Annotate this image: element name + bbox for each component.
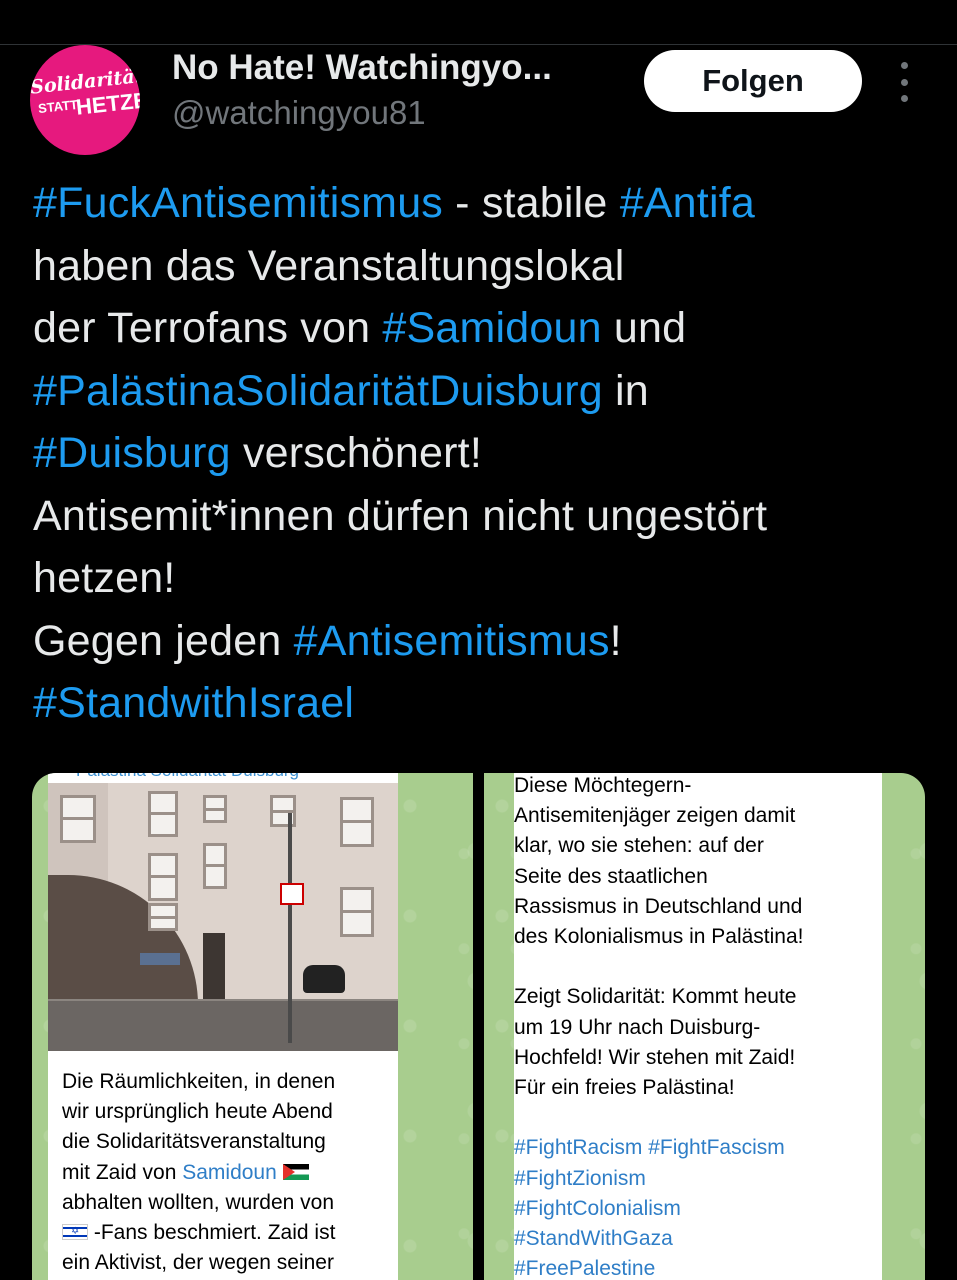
photo-sign-pole xyxy=(288,813,292,1043)
tweet-line: der Terrofans von #Samidoun und xyxy=(33,297,933,360)
caption-line: -Fans beschmiert. Zaid ist xyxy=(62,1218,392,1248)
tweet-text-segment: verschönert! xyxy=(230,429,482,477)
tweet-text-segment: ! xyxy=(609,616,622,665)
tweet-line: haben das Veranstaltungslokal xyxy=(33,241,625,290)
tweet-line: #PalästinaSolidaritätDuisburg in xyxy=(33,360,933,423)
telegram-caption-left: Die Räumlichkeiten, in denen wir ursprün… xyxy=(62,1067,392,1278)
caption-line: Hochfeld! Wir stehen mit Zaid! xyxy=(514,1045,796,1069)
photo-window xyxy=(340,887,374,937)
tweet-text-segment: - stabile xyxy=(443,179,620,227)
tweet-line: hetzen! xyxy=(33,554,176,602)
hashtag-link[interactable]: #Duisburg xyxy=(33,429,231,477)
caption-line: Antisemitenjäger zeigen damit xyxy=(514,804,796,828)
building-photo xyxy=(48,783,398,1051)
caption-line: des Kolonialismus in Palästina! xyxy=(514,925,804,949)
photo-window xyxy=(203,795,227,823)
caption-line: abhalten wollten, wurden von xyxy=(62,1190,335,1214)
caption-line: klar, wo sie stehen: auf der xyxy=(514,834,764,858)
tweet-text-segment: der Terrofans von xyxy=(33,304,383,352)
israel-flag-icon xyxy=(62,1224,88,1241)
caption-line: Die Räumlichkeiten, in denen xyxy=(62,1070,336,1093)
follow-button[interactable]: Folgen xyxy=(644,50,862,112)
hashtag-link[interactable]: #PalästinaSolidaritätDuisburg xyxy=(33,367,603,415)
caption-line: um 19 Uhr nach Duisburg- xyxy=(514,1015,761,1039)
tweet-line: #FuckAntisemitismus - stabile #Antifa xyxy=(33,172,933,235)
photo-window xyxy=(203,843,227,889)
hashtag-link[interactable]: #FuckAntisemitismus xyxy=(33,179,443,227)
caption-line: die Solidaritätsveranstaltung xyxy=(62,1130,326,1154)
caption-hashtag-line: #FightRacism #FightFascism xyxy=(514,1136,785,1160)
photo-graffiti xyxy=(140,953,180,965)
caption-hashtag-line: #FightColonialism xyxy=(514,1196,681,1220)
media-image-left[interactable]: Palästina Solidarität Duisburg Die Räuml… xyxy=(32,773,473,1280)
photo-window xyxy=(270,795,296,827)
caption-segment: mit Zaid von xyxy=(62,1160,183,1184)
display-name[interactable]: No Hate! Watchingyo... xyxy=(172,48,612,88)
photo-window xyxy=(148,903,178,931)
photo-window xyxy=(60,795,96,843)
samidoun-link: Samidoun xyxy=(182,1160,277,1184)
caption-line: Seite des staatlichen xyxy=(514,864,708,888)
tweet-line: Gegen jeden #Antisemitismus! xyxy=(33,610,933,673)
top-divider xyxy=(0,44,957,45)
photo-door xyxy=(203,933,225,999)
tweet-text: #FuckAntisemitismus - stabile #Antifa ha… xyxy=(33,172,933,735)
caption-line: wir ursprünglich heute Abend xyxy=(62,1100,333,1124)
caption-line: Für ein freies Palästina! xyxy=(514,1076,735,1100)
photo-window xyxy=(148,791,178,837)
palestine-flag-icon xyxy=(282,1163,309,1180)
avatar[interactable]: Solidarität STATT HETZE xyxy=(30,45,140,155)
tweet-media[interactable]: Palästina Solidarität Duisburg Die Räuml… xyxy=(32,773,925,1280)
caption-line: Rassismus in Deutschland und xyxy=(514,894,803,918)
hashtag-link[interactable]: #Samidoun xyxy=(382,304,601,352)
tweet-line: Antisemit*innen dürfen nicht ungestört xyxy=(33,491,768,540)
user-handle[interactable]: @watchingyou81 xyxy=(172,94,426,132)
media-image-right[interactable]: Diese Möchtegern- Antisemitenjäger zeige… xyxy=(484,773,925,1280)
media-gap xyxy=(473,773,484,1280)
more-dot xyxy=(900,95,908,102)
hashtag-link[interactable]: #StandwithIsrael xyxy=(33,679,354,727)
telegram-caption-right: Diese Möchtegern- Antisemitenjäger zeige… xyxy=(514,773,854,1280)
more-dot xyxy=(900,78,908,86)
tweet-text-segment: und xyxy=(601,304,687,352)
tweet-line: #Duisburg verschönert! xyxy=(33,422,933,485)
caption-hashtag-line: #FightZionism xyxy=(514,1166,646,1190)
more-dot xyxy=(900,62,908,69)
caption-line: Zeigt Solidarität: Kommt heute xyxy=(514,985,797,1009)
photo-window xyxy=(340,797,374,847)
photo-window xyxy=(148,853,178,901)
caption-line: mit Zaid von Samidoun xyxy=(62,1158,392,1188)
caption-line: ein Aktivist, der wegen seiner xyxy=(62,1251,334,1275)
photo-scooter xyxy=(303,965,345,993)
caption-hashtag-line: #FreePalestine xyxy=(514,1257,656,1280)
tweet-text-segment: Gegen jeden xyxy=(33,616,294,665)
photo-road-sign xyxy=(280,883,304,905)
hashtag-link[interactable]: #Antisemitismus xyxy=(294,617,610,665)
tweet-text-segment: in xyxy=(602,366,649,415)
telegram-message-left: Palästina Solidarität Duisburg Die Räuml… xyxy=(48,773,398,1280)
hashtag-link[interactable]: #Antifa xyxy=(620,179,755,227)
avatar-text-statt: STATT xyxy=(37,96,79,117)
caption-line: Diese Möchtegern- xyxy=(514,774,692,797)
caption-segment: -Fans beschmiert. Zaid ist xyxy=(88,1221,336,1245)
tweet-line: #StandwithIsrael xyxy=(33,672,933,735)
more-vertical-icon[interactable] xyxy=(888,62,920,102)
photo-street xyxy=(48,1001,398,1051)
telegram-channel-name: Palästina Solidarität Duisburg xyxy=(76,773,299,781)
caption-hashtag-line: #StandWithGaza xyxy=(514,1227,673,1251)
